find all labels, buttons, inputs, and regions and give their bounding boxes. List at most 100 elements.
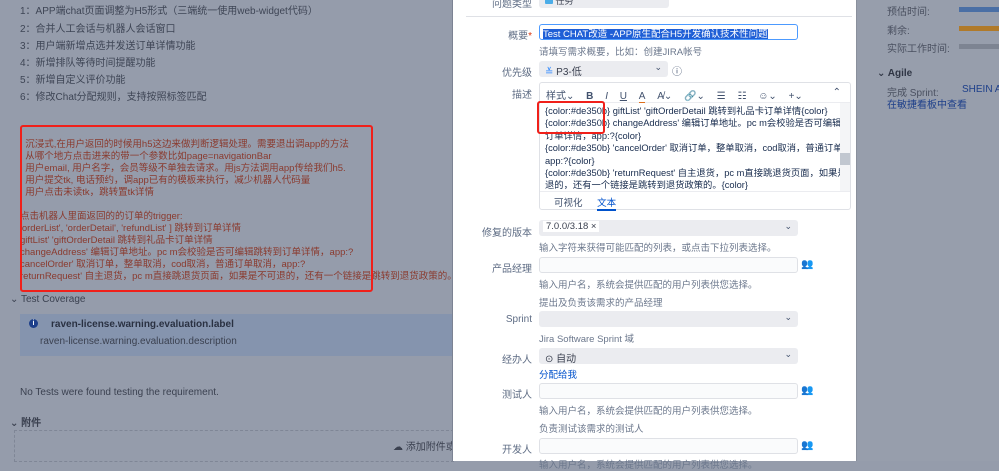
emoji-icon[interactable]: ☺⌄ — [758, 91, 777, 102]
issue-type-value: 任务 — [555, 0, 574, 6]
priority-value: P3-低 — [556, 67, 582, 78]
style-dropdown[interactable]: 样式⌄ — [546, 87, 574, 102]
link-icon[interactable]: 🔗⌄ — [684, 91, 705, 102]
requirement-item: 2：合并人工会话与机器人会话窗口 — [20, 24, 176, 35]
editor-line: app:?{color} — [545, 155, 595, 166]
summary-input[interactable]: Test CHAT改造 -APP原生配合H5开发确认技术性问题 — [539, 24, 798, 40]
product-manager-help: 输入用户名，系统会提供匹配的用户列表供您选择。 — [539, 280, 758, 291]
developer-help: 输入用户名，系统会提供匹配的用户列表供您选择。 — [539, 460, 758, 471]
collapse-toolbar-icon[interactable]: ⌃ — [833, 87, 841, 98]
help-icon[interactable]: ⓘ — [672, 63, 682, 78]
editor-toolbar: 样式⌄ B I U A A̸⌄ 🔗⌄ ☰ ☷ ☺⌄ +⌄ ⌃ — [540, 83, 850, 104]
user-picker-icon[interactable]: 👥 — [801, 440, 813, 451]
product-manager-label: 产品经理 — [492, 264, 532, 275]
editor-line: {color:#de350b} 'returnRequest' 自主退货，pc … — [545, 168, 850, 179]
annotation-highlight-box — [537, 101, 605, 134]
underline-button[interactable]: U — [620, 91, 627, 102]
view-on-board-link[interactable]: 在敏捷看板中查看 — [887, 96, 967, 111]
product-manager-input[interactable] — [539, 257, 798, 273]
logged-label: 实际工作时间: — [887, 44, 950, 55]
priority-select[interactable]: ≚ P3-低 ⌄ — [539, 61, 668, 78]
issue-type-select[interactable]: 任务 — [539, 0, 669, 8]
section-title: Test Coverage — [20, 294, 86, 305]
remaining-label: 剩余: — [887, 26, 910, 37]
bullet-list-icon[interactable]: ☰ — [717, 91, 726, 102]
developer-input[interactable] — [539, 438, 798, 454]
developer-label: 开发人 — [502, 445, 532, 456]
chevron-down-icon: ⌄ — [10, 418, 22, 429]
sprint-label: Sprint — [505, 314, 532, 325]
section-title: Agile — [887, 68, 913, 79]
section-title: 附件 — [21, 418, 42, 429]
attachment-dropzone[interactable]: ☁ 添加附件或 — [14, 430, 456, 462]
create-issue-dialog: 问题类型 任务 概要* Test CHAT改造 -APP原生配合H5开发确认技术… — [452, 0, 856, 471]
upload-cloud-icon: ☁ 添加附件或 — [393, 442, 456, 453]
logged-bar — [959, 44, 999, 49]
assign-to-me-link[interactable]: 分配给我 — [539, 367, 577, 381]
product-manager-description: 提出及负责该需求的产品经理 — [539, 298, 663, 309]
clear-format-icon[interactable]: A̸⌄ — [657, 91, 672, 102]
requirement-item: 1：APP端chat页面调整为H5形式（三端统一使用web-widget代码） — [20, 6, 318, 17]
requirement-item: 6：修改Chat分配规则，支持按照标签匹配 — [20, 92, 207, 103]
user-picker-icon[interactable]: 👥 — [801, 385, 813, 396]
fix-version-select[interactable]: 7.0.0/3.18 × ⌄ — [539, 220, 798, 236]
numbered-list-icon[interactable]: ☷ — [737, 91, 746, 102]
attachments-header[interactable]: ⌄ 附件 — [10, 414, 41, 429]
assignee-value: 自动 — [556, 354, 577, 365]
summary-help: 请填写需求概要，比如：创建JIRA帐号 — [539, 47, 703, 58]
no-tests-message: No Tests were found testing the requirem… — [20, 387, 219, 398]
priority-low-icon: ≚ — [545, 67, 554, 78]
tester-input[interactable] — [539, 383, 798, 399]
tab-visual[interactable]: 可视化 — [554, 198, 583, 209]
editor-mode-tabs: 可视化 文本 — [540, 191, 850, 211]
fix-version-help: 输入字符来获得可能匹配的列表，或点击下拉列表选择。 — [539, 243, 777, 254]
insert-more-icon[interactable]: +⌄ — [789, 91, 803, 102]
requirement-item: 4：新增排队等待时间提醒功能 — [20, 58, 156, 69]
requirement-item: 3：用户端新增点选并发送订单详情功能 — [20, 41, 196, 52]
chevron-down-icon: ⌄ — [784, 349, 792, 359]
label-text: 概要 — [508, 31, 529, 42]
editor-scrollbar[interactable] — [840, 103, 850, 191]
divider — [466, 16, 852, 17]
estimated-label: 预估时间: — [887, 7, 930, 18]
assignee-label: 经办人 — [502, 355, 532, 366]
summary-value: Test CHAT改造 -APP原生配合H5开发确认技术性问题 — [543, 29, 768, 40]
version-tag: 7.0.0/3.18 × — [543, 221, 600, 232]
agile-header[interactable]: ⌄ Agile — [877, 68, 912, 79]
assignee-select[interactable]: ⊙ 自动 ⌄ — [539, 348, 798, 365]
estimated-bar — [959, 7, 999, 12]
description-label: 描述 — [512, 90, 532, 101]
remaining-bar — [959, 26, 999, 31]
chevron-down-icon: ⌄ — [784, 312, 792, 322]
issue-sidebar: 预估时间: 剩余: 实际工作时间: ⌄ Agile 完成 Sprint: SHE… — [856, 0, 999, 461]
issue-type-label: 问题类型 — [492, 0, 532, 10]
fix-version-label: 修复的版本 — [482, 228, 532, 239]
info-icon: i — [29, 319, 38, 328]
tab-text[interactable]: 文本 — [597, 198, 617, 211]
requirement-item: 5：新增自定义评价功能 — [20, 75, 126, 86]
tester-help: 输入用户名，系统会提供匹配的用户列表供您选择。 — [539, 406, 758, 417]
user-picker-icon[interactable]: 👥 — [801, 259, 813, 270]
chevron-down-icon: ⌄ — [10, 294, 21, 305]
warning-description: raven-license.warning.evaluation.descrip… — [40, 336, 237, 347]
sprint-link[interactable]: SHEIN APP — [962, 84, 999, 95]
tester-description: 负责测试该需求的测试人 — [539, 424, 644, 435]
sprint-help: Jira Software Sprint 域 — [539, 334, 635, 345]
test-coverage-header[interactable]: ⌄ Test Coverage — [10, 294, 85, 305]
summary-label: 概要* — [508, 31, 532, 42]
add-attachment-text[interactable]: 添加附件或 — [406, 442, 456, 453]
auto-icon: ⊙ — [545, 354, 554, 365]
italic-button[interactable]: I — [605, 91, 608, 102]
sprint-select[interactable]: ⌄ — [539, 311, 798, 327]
tester-label: 测试人 — [502, 390, 532, 401]
editor-line: 退的，还有一个链接是跳转到退货政策的。{color} — [545, 180, 749, 191]
warning-label: raven-license.warning.evaluation.label — [51, 319, 234, 330]
chevron-down-icon: ⌄ — [654, 62, 662, 72]
license-warning-panel: i raven-license.warning.evaluation.label… — [20, 314, 452, 356]
chevron-down-icon: ⌄ — [784, 221, 792, 231]
remove-icon[interactable]: × — [591, 221, 597, 232]
annotation-highlight-box — [20, 125, 373, 292]
priority-label: 优先级 — [502, 68, 532, 79]
editor-line: {color:#de350b} 'cancelOrder' 取消订单，整单取消，… — [545, 143, 850, 154]
version-value: 7.0.0/3.18 — [546, 221, 589, 232]
